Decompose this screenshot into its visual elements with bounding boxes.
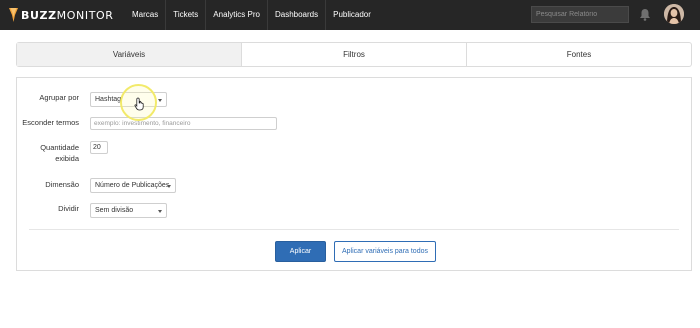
form-divider: [29, 229, 679, 230]
user-avatar[interactable]: [664, 4, 684, 24]
apply-all-button[interactable]: Aplicar variáveis para todos: [334, 241, 436, 262]
dimension-select[interactable]: Número de Publicações: [90, 178, 176, 193]
report-search-input[interactable]: [531, 6, 629, 23]
dimension-label: Dimensão: [45, 180, 79, 189]
group-by-value: Hashtag: [95, 96, 122, 103]
nav-item-tickets[interactable]: Tickets: [166, 0, 207, 30]
quantity-label-line1: Quantidade: [40, 143, 79, 152]
chevron-down-icon: [158, 98, 162, 102]
split-select[interactable]: Sem divisão: [90, 203, 167, 218]
dimension-value: Número de Publicações: [95, 182, 170, 189]
quantity-input[interactable]: 20: [90, 141, 108, 154]
brand-light: MONITOR: [56, 8, 114, 22]
nav-item-marcas[interactable]: Marcas: [125, 0, 167, 30]
quantity-label-line2: exibida: [55, 154, 79, 163]
chevron-down-icon: [167, 184, 171, 188]
apply-button[interactable]: Aplicar: [275, 241, 326, 262]
top-navbar: BUZZMONITOR Marcas Tickets Analytics Pro…: [0, 0, 700, 30]
bell-icon[interactable]: [639, 8, 651, 21]
split-label: Dividir: [58, 204, 79, 213]
variables-panel: Agrupar por Hashtag Esconder termos Quan…: [16, 77, 692, 271]
split-value: Sem divisão: [95, 207, 134, 214]
group-by-label: Agrupar por: [39, 93, 79, 102]
hide-terms-label: Esconder termos: [22, 118, 79, 127]
hand-cursor-icon: [134, 97, 144, 111]
quantity-value: 20: [93, 144, 101, 151]
nav-item-dashboards[interactable]: Dashboards: [268, 0, 327, 30]
main-nav: Marcas Tickets Analytics Pro Dashboards …: [125, 0, 378, 30]
tab-fontes[interactable]: Fontes: [467, 43, 691, 66]
quantity-label: Quantidade exibida: [17, 142, 79, 164]
tab-variaveis[interactable]: Variáveis: [17, 43, 242, 66]
tab-filtros[interactable]: Filtros: [242, 43, 467, 66]
brand-wordmark: BUZZMONITOR: [21, 9, 114, 22]
settings-tabs: Variáveis Filtros Fontes: [16, 42, 692, 67]
brand-logo[interactable]: BUZZMONITOR: [9, 6, 114, 24]
nav-item-analytics-pro[interactable]: Analytics Pro: [206, 0, 268, 30]
nav-item-publicador[interactable]: Publicador: [326, 0, 378, 30]
logo-icon: [9, 8, 18, 22]
brand-strong: BUZZ: [21, 8, 57, 22]
avatar-image: [664, 4, 684, 24]
hide-terms-input[interactable]: [90, 117, 277, 130]
chevron-down-icon: [158, 209, 162, 213]
